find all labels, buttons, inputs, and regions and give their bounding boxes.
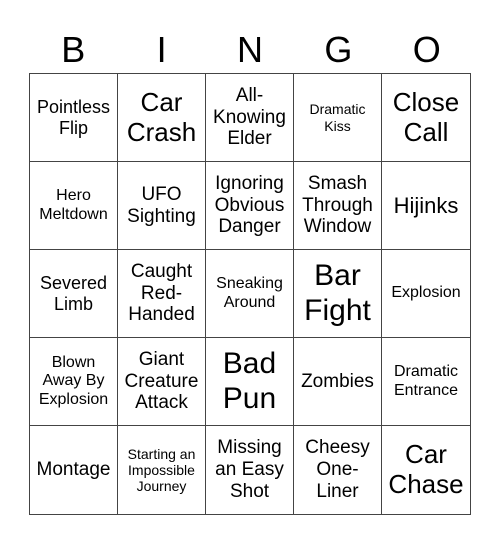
bingo-cell[interactable]: Smash Through Window [294,162,382,250]
bingo-header: B I N G O [29,28,471,72]
header-letter-b: B [61,29,86,70]
bingo-cell[interactable]: Cheesy One-Liner [294,426,382,514]
bingo-cell[interactable]: Bad Pun [206,338,294,426]
bingo-cell[interactable]: Zombies [294,338,382,426]
bingo-cell[interactable]: Car Crash [118,74,206,162]
bingo-cell[interactable]: Dramatic Entrance [382,338,470,426]
bingo-cell[interactable]: Ignoring Obvious Danger [206,162,294,250]
bingo-cell[interactable]: Missing an Easy Shot [206,426,294,514]
bingo-cell[interactable]: Blown Away By Explosion [30,338,118,426]
header-letter-g: G [324,29,353,70]
header-letter-n: N [236,29,263,70]
header-letter-i: I [156,29,167,70]
bingo-cell[interactable]: Giant Creature Attack [118,338,206,426]
bingo-cell[interactable]: Sneaking Around [206,250,294,338]
bingo-cell[interactable]: Hero Meltdown [30,162,118,250]
bingo-cell[interactable]: Pointless Flip [30,74,118,162]
bingo-grid: Pointless Flip Car Crash All-Knowing Eld… [29,73,471,515]
header-letter-o: O [412,29,441,70]
bingo-cell[interactable]: Close Call [382,74,470,162]
bingo-cell[interactable]: Dramatic Kiss [294,74,382,162]
bingo-cell[interactable]: UFO Sighting [118,162,206,250]
bingo-cell[interactable]: Bar Fight [294,250,382,338]
bingo-cell[interactable]: Hijinks [382,162,470,250]
bingo-cell[interactable]: Montage [30,426,118,514]
bingo-cell[interactable]: Severed Limb [30,250,118,338]
bingo-cell[interactable]: Explosion [382,250,470,338]
bingo-cell[interactable]: All-Knowing Elder [206,74,294,162]
bingo-cell[interactable]: Caught Red-Handed [118,250,206,338]
bingo-cell[interactable]: Starting an Impossible Journey [118,426,206,514]
bingo-cell[interactable]: Car Chase [382,426,470,514]
